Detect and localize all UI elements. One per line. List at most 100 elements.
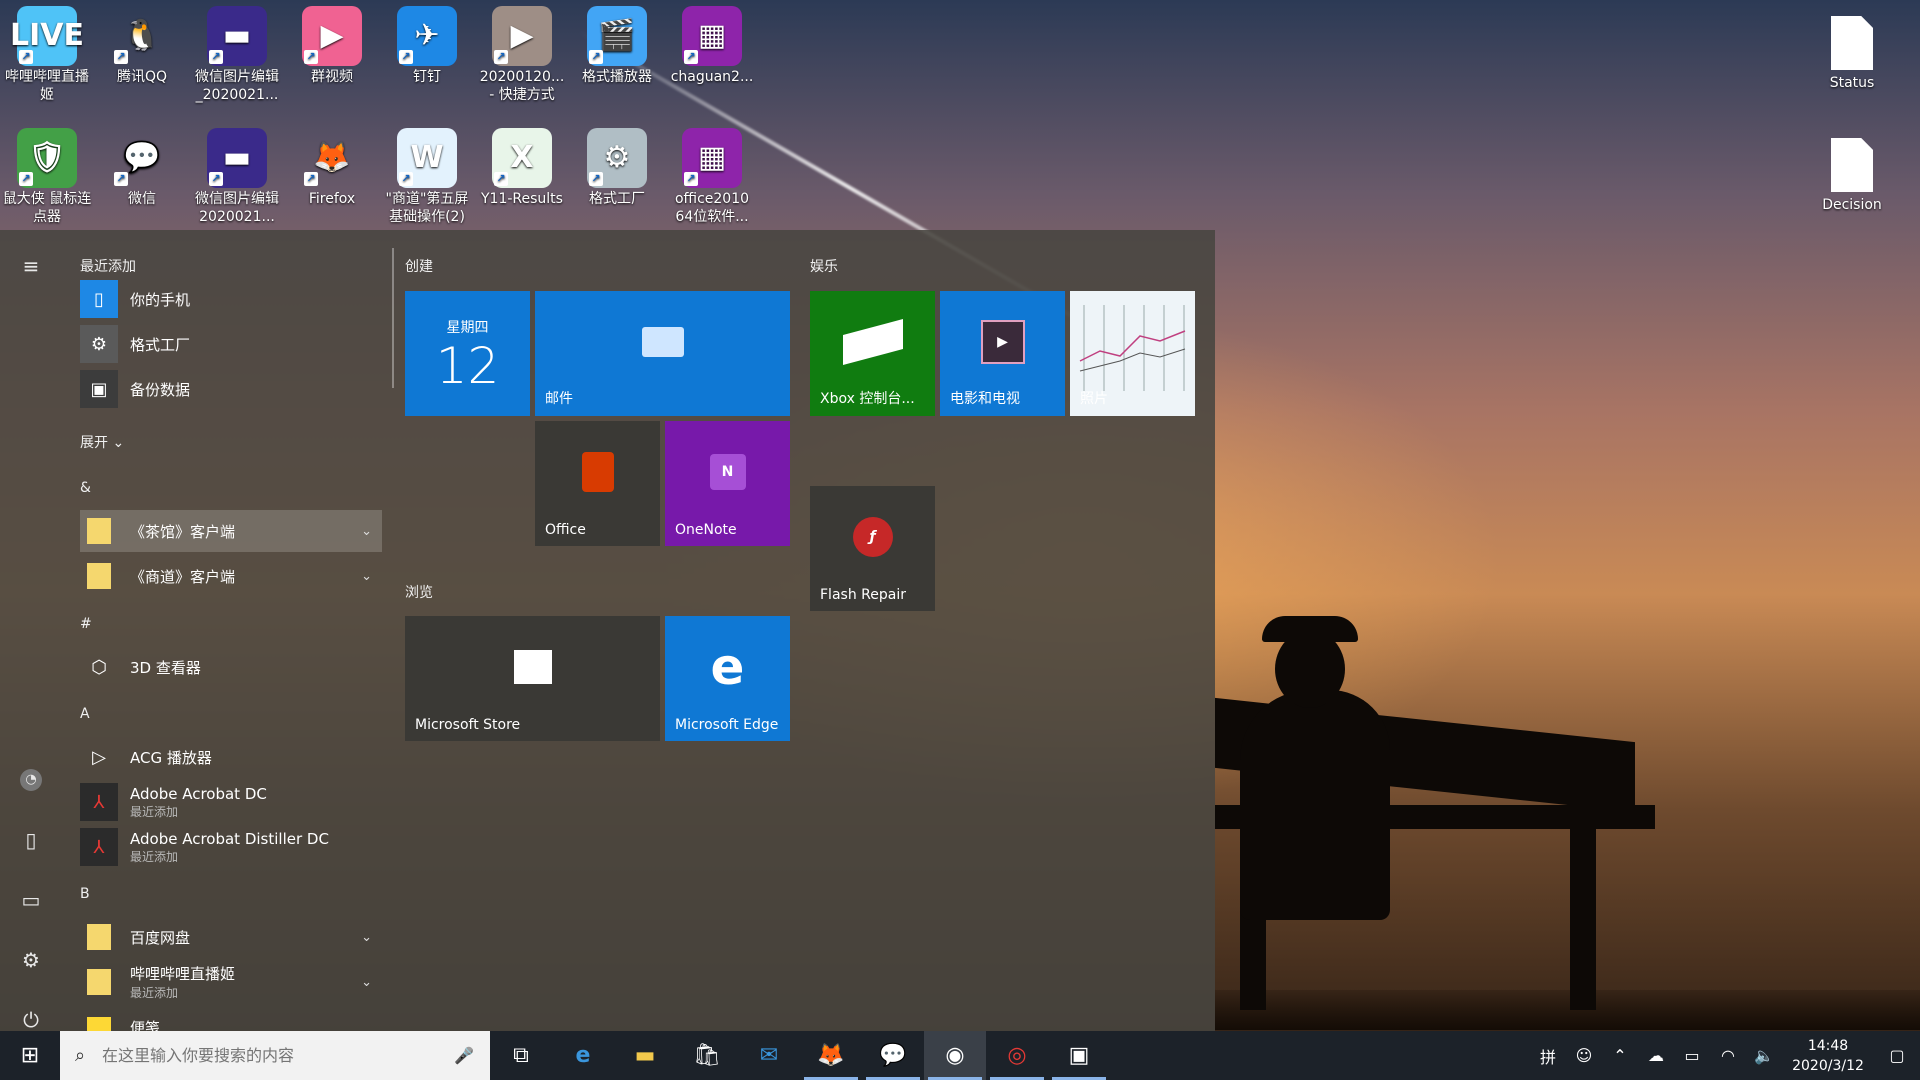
chevron-down-icon[interactable]: ⌄ xyxy=(361,524,372,539)
app-acrobat-distiller[interactable]: ⅄ Adobe Acrobat Distiller DC 最近添加 xyxy=(80,826,382,868)
letter-header-amp[interactable]: & xyxy=(80,480,91,496)
tile-microsoft-store[interactable]: Microsoft Store xyxy=(405,616,660,741)
wechat-taskbar-icon[interactable]: 💬 xyxy=(862,1031,924,1080)
app-your-phone[interactable]: ▯ 你的手机 xyxy=(80,278,382,320)
letter-header-b[interactable]: B xyxy=(80,886,90,902)
microphone-icon[interactable]: 🎤 xyxy=(444,1046,484,1065)
desktop-icon-status[interactable]: Status xyxy=(1805,6,1899,92)
notification-center-icon[interactable]: ▢ xyxy=(1874,1046,1920,1065)
volume-icon[interactable]: 🔈 xyxy=(1746,1046,1782,1065)
desktop-icon-decision[interactable]: Decision xyxy=(1805,128,1899,214)
app-3d-viewer[interactable]: ⬡ 3D 查看器 xyxy=(80,646,382,688)
desktop-icon[interactable]: X ↗ Y11-Results xyxy=(475,124,569,208)
man-hat-silhouette xyxy=(1262,616,1358,642)
desktop-icon-label: 群视频 xyxy=(311,69,353,85)
task-view-icon[interactable]: ⧉ xyxy=(490,1031,552,1080)
app-label: 格式工厂 xyxy=(130,335,191,354)
tile-mail[interactable]: 邮件 xyxy=(535,291,790,416)
people-icon[interactable]: ☺ xyxy=(1566,1046,1602,1065)
app-label: Adobe Acrobat Distiller DC xyxy=(130,829,329,848)
settings-gear-icon[interactable]: ⚙ xyxy=(11,940,51,980)
tile-xbox[interactable]: Xbox 控制台... xyxy=(810,291,935,416)
app-baidu-netdisk[interactable]: 百度网盘 ⌄ xyxy=(80,916,382,958)
section-browse: 浏览 xyxy=(405,585,433,601)
chevron-down-icon[interactable]: ⌄ xyxy=(361,975,372,990)
shortcut-arrow-icon: ↗ xyxy=(19,172,33,186)
windows-start-icon[interactable]: ⊞ xyxy=(0,1031,60,1080)
chevron-down-icon[interactable]: ⌄ xyxy=(361,930,372,945)
ime-indicator[interactable]: 拼 xyxy=(1530,1044,1566,1068)
store-taskbar-icon[interactable]: 🛍 xyxy=(676,1031,738,1080)
app-sticky-notes[interactable]: 便笺 xyxy=(80,1006,382,1031)
documents-icon[interactable]: ▯ xyxy=(11,820,51,860)
search-box[interactable]: ⌕ 🎤 xyxy=(60,1031,490,1080)
desktop-icon[interactable]: W ↗ "商道"第五屏基础操作(2) xyxy=(380,124,474,226)
desktop-icon[interactable]: 🐧 ↗ 腾讯QQ xyxy=(95,2,189,86)
tile-onenote[interactable]: N OneNote xyxy=(665,421,790,546)
app-taskbar-icon[interactable]: ◉ xyxy=(924,1031,986,1080)
app-label: ACG 播放器 xyxy=(130,748,212,767)
desktop-icon[interactable]: ⚙ ↗ 格式工厂 xyxy=(570,124,664,208)
desktop-icon[interactable]: 💬 ↗ 微信 xyxy=(95,124,189,208)
desktop-icon[interactable]: 🦊 ↗ Firefox xyxy=(285,124,379,208)
folder-icon xyxy=(80,512,118,550)
battery-icon[interactable]: ▭ xyxy=(1674,1046,1710,1065)
desktop-icon[interactable]: ▬ ↗ 微信图片编辑_2020021... xyxy=(190,2,284,104)
tile-label: 照片 xyxy=(1080,391,1108,407)
desktop-icon[interactable]: ▦ ↗ chaguan2... xyxy=(665,2,759,86)
desktop-icon-label: 鼠大侠 鼠标连点器 xyxy=(2,191,92,225)
image-thumbnail-icon: ▬ ↗ xyxy=(207,6,267,66)
desktop-icon[interactable]: ▬ ↗ 微信图片编辑2020021... xyxy=(190,124,284,226)
desktop-icon[interactable]: 🎬 ↗ 格式播放器 xyxy=(570,2,664,86)
app-bilibili-live[interactable]: 哔哩哔哩直播姬 最近添加 ⌄ xyxy=(80,961,382,1003)
netease-music-taskbar-icon[interactable]: ◎ xyxy=(986,1031,1048,1080)
tile-calendar[interactable]: 星期四 12 xyxy=(405,291,530,416)
desktop-icon[interactable]: ▶ ↗ 群视频 xyxy=(285,2,379,86)
tile-label: Xbox 控制台... xyxy=(820,391,915,407)
bilibili-live-taskbar-icon[interactable]: ▣ xyxy=(1048,1031,1110,1080)
user-account-icon[interactable]: ◔ xyxy=(11,760,51,800)
tile-edge[interactable]: e Microsoft Edge xyxy=(665,616,790,741)
desktop-icon[interactable]: ✈ ↗ 钉钉 xyxy=(380,2,474,86)
desktop-icon[interactable]: ▦ ↗ office2010 64位软件... xyxy=(665,124,759,226)
app-adobe-acrobat[interactable]: ⅄ Adobe Acrobat DC 最近添加 xyxy=(80,781,382,823)
phone-icon: ▯ xyxy=(80,280,118,318)
app-shangdao-client[interactable]: 《商道》客户端 ⌄ xyxy=(80,555,382,597)
mail-taskbar-icon[interactable]: ✉ xyxy=(738,1031,800,1080)
chevron-up-icon[interactable]: ⌃ xyxy=(1602,1046,1638,1065)
tile-photos[interactable]: 照片 xyxy=(1070,291,1195,416)
tile-office[interactable]: Office xyxy=(535,421,660,546)
taskbar: ⊞ ⌕ 🎤 ⧉ e ▬ 🛍 ✉ 🦊 💬 ◉ ◎ ▣ 拼 ☺ ⌃ ☁ ▭ ◠ 🔈 … xyxy=(0,1031,1920,1080)
tile-flash-repair[interactable]: ƒ Flash Repair xyxy=(810,486,935,611)
desktop-icon-label: chaguan2... xyxy=(670,69,754,85)
expand-link[interactable]: 展开 ⌄ xyxy=(80,432,124,452)
excel-doc-icon: X ↗ xyxy=(492,128,552,188)
tile-movies-tv[interactable]: ▶ 电影和电视 xyxy=(940,291,1065,416)
app-acg-player[interactable]: ▷ ACG 播放器 xyxy=(80,736,382,778)
file-explorer-icon[interactable]: ▬ xyxy=(614,1031,676,1080)
app-format-factory[interactable]: ⚙ 格式工厂 xyxy=(80,323,382,365)
pictures-icon[interactable]: ▭ xyxy=(11,880,51,920)
onedrive-cloud-icon[interactable]: ☁ xyxy=(1638,1046,1674,1065)
clock[interactable]: 14:48 2020/3/12 xyxy=(1782,1036,1874,1076)
letter-header-hash[interactable]: # xyxy=(80,616,92,632)
folder-icon xyxy=(80,963,118,1001)
app-list-scrollbar[interactable] xyxy=(392,248,394,388)
app-chaguan-client[interactable]: 《茶馆》客户端 ⌄ xyxy=(80,510,382,552)
hamburger-menu-icon[interactable]: ≡ xyxy=(11,246,51,286)
clock-time: 14:48 xyxy=(1807,1037,1849,1054)
app-list: 最近添加 ▯ 你的手机 ⚙ 格式工厂 ▣ 备份数据 展开 ⌄ & 《茶馆》客户端… xyxy=(70,230,390,1031)
folder-icon xyxy=(80,557,118,595)
letter-header-a[interactable]: A xyxy=(80,706,90,722)
desktop-icon[interactable]: 🛡 ↗ 鼠大侠 鼠标连点器 xyxy=(0,124,94,226)
app-label: 便笺 xyxy=(130,1018,161,1032)
desktop-icon[interactable]: LIVE ↗ 哔哩哔哩直播姬 xyxy=(0,2,94,104)
start-menu: ≡ ◔ ▯ ▭ ⚙ ⏻ 最近添加 ▯ 你的手机 ⚙ 格式工厂 ▣ 备份数据 展开… xyxy=(0,230,1215,1032)
wifi-icon[interactable]: ◠ xyxy=(1710,1046,1746,1065)
desktop-icon[interactable]: ▶ ↗ 20200120... - 快捷方式 xyxy=(475,2,569,104)
search-input[interactable] xyxy=(100,1045,444,1066)
edge-taskbar-icon[interactable]: e xyxy=(552,1031,614,1080)
app-backup[interactable]: ▣ 备份数据 xyxy=(80,368,382,410)
firefox-taskbar-icon[interactable]: 🦊 xyxy=(800,1031,862,1080)
chevron-down-icon[interactable]: ⌄ xyxy=(361,569,372,584)
